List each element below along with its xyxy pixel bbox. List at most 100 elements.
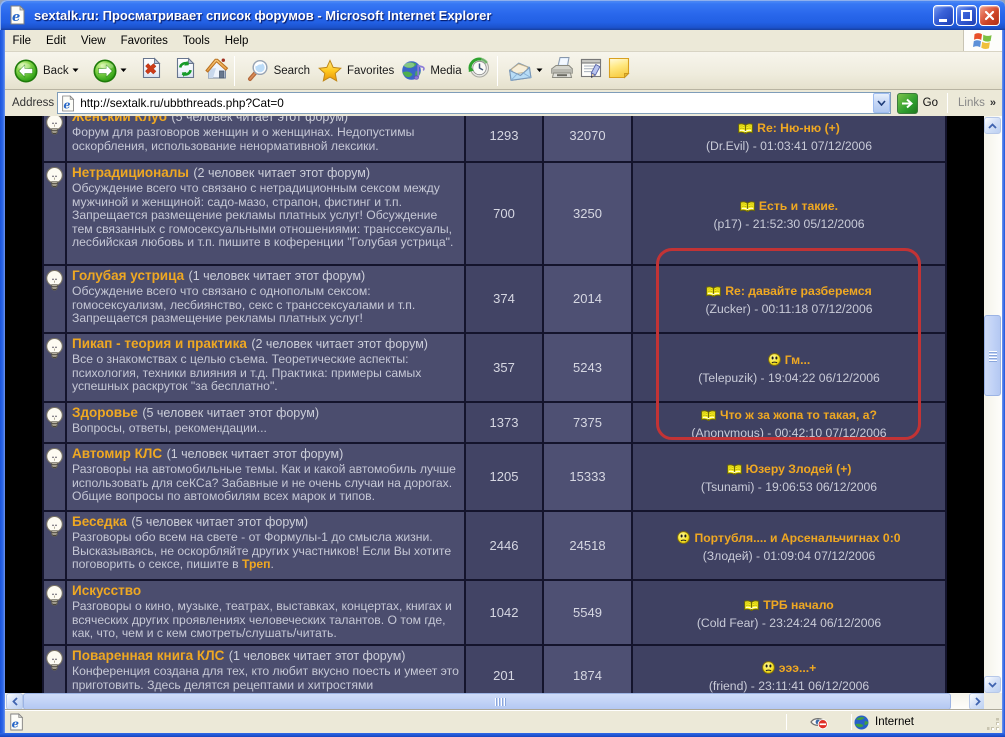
links-chevron[interactable]: » — [990, 97, 996, 109]
address-label: Address — [12, 97, 54, 109]
open-book-icon — [727, 464, 742, 475]
scroll-up-button[interactable] — [984, 117, 1001, 134]
lastpost-link[interactable]: эээ...+ — [779, 661, 816, 675]
stop-button[interactable] — [140, 56, 163, 85]
back-label: Back — [43, 65, 69, 77]
maximize-icon — [957, 6, 978, 27]
lastpost-link[interactable]: ТРБ начало — [763, 598, 833, 612]
forum-title-link[interactable]: Здоровье — [72, 405, 138, 420]
forum-title-link[interactable]: Пикап - теория и практика — [72, 336, 247, 351]
favorites-button[interactable]: Favorites — [318, 59, 394, 83]
vertical-scroll-thumb[interactable] — [984, 315, 1001, 396]
forum-title-link[interactable]: Искусство — [72, 583, 141, 598]
close-button[interactable] — [979, 5, 1000, 26]
links-label[interactable]: Links — [958, 97, 985, 109]
topics-cell: 2446 — [466, 512, 542, 579]
minimize-button[interactable] — [933, 5, 954, 26]
forum-title-link[interactable]: Нетрадиционалы — [72, 165, 189, 180]
ie-window: sextalk.ru: Просматривает список форумов… — [0, 0, 1005, 737]
scrollbar-corner — [984, 693, 1002, 710]
forum-title-link[interactable]: Голубая устрица — [72, 268, 184, 283]
forward-dropdown-icon[interactable] — [120, 68, 127, 73]
messenger-button[interactable] — [607, 56, 631, 85]
scroll-down-button[interactable] — [984, 676, 1001, 693]
menu-tools[interactable]: Tools — [175, 32, 217, 50]
privacy-blocked-icon[interactable] — [809, 714, 829, 730]
stop-icon — [140, 56, 163, 80]
address-url: http://sextalk.ru/ubbthreads.php?Cat=0 — [80, 96, 284, 110]
forward-button[interactable] — [93, 59, 127, 83]
posts-cell: 24518 — [544, 512, 631, 579]
address-input[interactable]: http://sextalk.ru/ubbthreads.php?Cat=0 — [57, 92, 890, 114]
search-icon — [246, 59, 269, 83]
lastpost-link[interactable]: Юзеру Злодей (+) — [746, 462, 852, 476]
lastpost-title: Есть и такие. — [633, 197, 945, 215]
menu-help[interactable]: Help — [217, 32, 256, 50]
forum-title-link[interactable]: Автомир КЛС — [72, 446, 162, 461]
favorites-icon — [318, 59, 342, 83]
posts-cell: 1874 — [544, 646, 631, 693]
chevron-left-icon — [12, 697, 18, 706]
back-dropdown-icon[interactable] — [72, 68, 79, 73]
horizontal-scrollbar[interactable] — [5, 693, 984, 710]
title-bar: sextalk.ru: Просматривает список форумов… — [0, 0, 1005, 30]
refresh-button[interactable] — [174, 56, 197, 85]
edit-icon — [579, 56, 603, 80]
home-button[interactable] — [204, 56, 229, 85]
print-icon — [549, 56, 575, 80]
mail-dropdown-icon[interactable] — [536, 68, 543, 73]
back-button[interactable]: Back — [14, 59, 79, 83]
forum-description: Форум для разговоров женщин и о женщинах… — [72, 126, 460, 153]
chevron-down-icon — [988, 682, 997, 688]
lastpost-title: Портубля.... и Арсенальчигнах 0:0 — [633, 529, 945, 547]
forum-readers: (5 человек читает этот форум) — [171, 116, 348, 124]
menu-view[interactable]: View — [73, 32, 113, 50]
lastpost-title: Юзеру Злодей (+) — [633, 460, 945, 478]
forum-cell: Женский Клуб (5 человек читает этот фору… — [67, 116, 464, 161]
menu-bar: File Edit View Favorites Tools Help — [5, 30, 1002, 52]
resize-grip[interactable] — [987, 718, 1000, 731]
forum-cell: Автомир КЛС (1 человек читает этот форум… — [67, 444, 464, 510]
open-book-icon — [744, 600, 759, 611]
scroll-left-button[interactable] — [6, 693, 23, 710]
posts-cell: 3250 — [544, 163, 631, 264]
chevron-up-icon — [988, 123, 997, 129]
forum-cell: Нетрадиционалы (2 человек читает этот фо… — [67, 163, 464, 264]
topics-cell: 1042 — [466, 581, 542, 644]
address-dropdown-button[interactable] — [873, 93, 890, 113]
lastpost-link[interactable]: Есть и такие. — [759, 199, 838, 213]
forum-title-link[interactable]: Беседка — [72, 514, 127, 529]
bulb-cell — [44, 116, 65, 161]
edit-button[interactable] — [579, 56, 603, 85]
lastpost-cell: Портубля.... и Арсенальчигнах 0:0(Злодей… — [633, 512, 945, 579]
history-button[interactable] — [466, 56, 491, 85]
menu-file[interactable]: File — [5, 32, 39, 50]
mail-button[interactable] — [507, 59, 543, 83]
posts-cell: 5549 — [544, 581, 631, 644]
search-button[interactable]: Search — [246, 59, 310, 83]
forum-description: Все о знакомствах с целью съема. Теорети… — [72, 353, 460, 394]
go-label[interactable]: Go — [923, 97, 938, 109]
media-button[interactable]: Media — [401, 59, 461, 83]
bulb-cell — [44, 334, 65, 401]
lastpost-link[interactable]: Портубля.... и Арсенальчигнах 0:0 — [694, 531, 900, 545]
ie-page-icon — [9, 5, 27, 25]
forum-description-link[interactable]: Треп — [242, 557, 271, 571]
chevron-right-icon — [975, 697, 981, 706]
bulb-icon — [46, 167, 63, 188]
go-button[interactable] — [897, 93, 918, 114]
menu-edit[interactable]: Edit — [39, 32, 74, 50]
lastpost-link[interactable]: Re: Ню-ню (+) — [757, 121, 840, 135]
maximize-button[interactable] — [956, 5, 977, 26]
menu-favorites[interactable]: Favorites — [113, 32, 175, 50]
smiley-icon — [762, 661, 775, 674]
forum-description: Обсуждение всего что связано с нетрадици… — [72, 182, 460, 250]
forum-title-link[interactable]: Поваренная книга КЛС — [72, 648, 224, 663]
vertical-scrollbar[interactable] — [984, 116, 1002, 693]
lastpost-info: (Cold Fear) - 23:24:24 06/12/2006 — [633, 616, 945, 630]
horizontal-scroll-thumb[interactable] — [23, 693, 951, 710]
print-button[interactable] — [549, 56, 575, 85]
forum-title-link[interactable]: Женский Клуб — [72, 116, 167, 124]
topics-cell: 201 — [466, 646, 542, 693]
lastpost-cell: Юзеру Злодей (+)(Tsunami) - 19:06:53 06/… — [633, 444, 945, 510]
